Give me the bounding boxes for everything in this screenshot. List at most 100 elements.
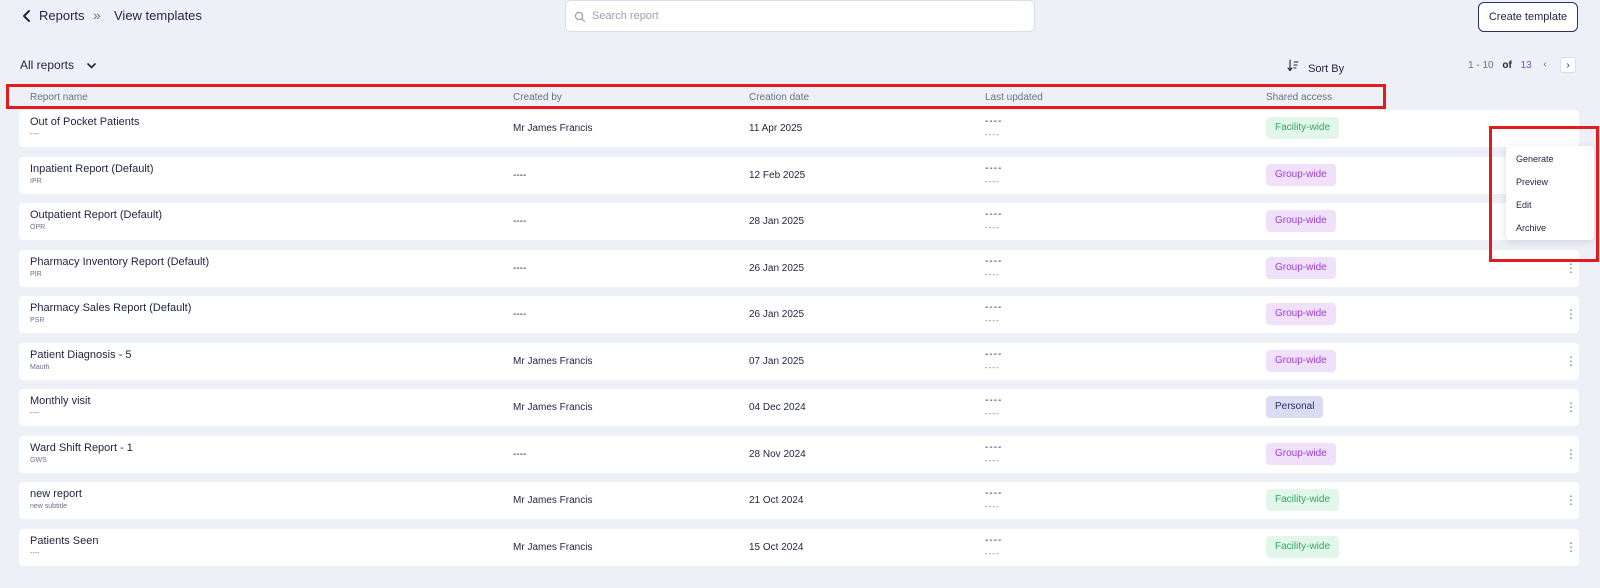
table-row[interactable]: Out of Pocket Patients ---- Mr James Franc… xyxy=(19,110,1579,147)
report-name[interactable]: Monthly visit xyxy=(30,395,91,407)
reports-page: Reports » View templates Create template… xyxy=(0,0,1600,588)
last-updated-cell: ---- ---- xyxy=(985,395,1002,418)
created-by: ---- xyxy=(513,448,527,460)
last-updated-cell: ---- ---- xyxy=(985,116,1002,139)
status-badge: Personal xyxy=(1266,396,1324,418)
more-vertical-icon[interactable]: ⋮ xyxy=(1565,539,1577,557)
last-updated-sub: ---- xyxy=(985,362,1000,372)
report-name[interactable]: Inpatient Report (Default) xyxy=(30,163,154,175)
prev-page-button[interactable]: ‹ xyxy=(1537,57,1553,73)
table-row[interactable]: Monthly visit ---- Mr James Francis 04 Dec … xyxy=(19,389,1579,426)
search-box[interactable] xyxy=(565,0,1035,32)
table-row[interactable]: Pharmacy Sales Report (Default) PSR ---- 26… xyxy=(19,296,1579,333)
last-updated: ---- xyxy=(985,441,1003,453)
report-name-cell: Ward Shift Report - 1 GWS xyxy=(30,442,133,464)
status-badge: Group-wide xyxy=(1266,210,1336,232)
creation-date: 04 Dec 2024 xyxy=(749,402,806,413)
report-name[interactable]: Outpatient Report (Default) xyxy=(30,209,162,221)
report-subtitle: PIR xyxy=(30,270,42,278)
report-name[interactable]: Patients Seen xyxy=(30,535,99,547)
more-vertical-icon[interactable]: ⋮ xyxy=(1565,353,1577,371)
chevron-left-icon[interactable] xyxy=(20,8,34,24)
status-badge: Group-wide xyxy=(1266,442,1336,465)
filter-label: All reports xyxy=(20,58,75,72)
report-name-cell: Pharmacy Inventory Report (Default) PIR xyxy=(30,256,209,278)
created-by: Mr James Francis xyxy=(513,495,593,506)
create-template-button[interactable]: Create template xyxy=(1478,2,1578,32)
last-updated: ---- xyxy=(985,209,1003,220)
last-updated: ---- xyxy=(985,488,1003,499)
last-updated-cell: ---- ---- xyxy=(985,302,1002,325)
report-name-cell: new report new subtitle xyxy=(30,488,82,510)
more-vertical-icon[interactable]: ⋮ xyxy=(1565,306,1577,324)
report-name[interactable]: Out of Pocket Patients xyxy=(30,116,139,128)
table-row[interactable]: Patients Seen ---- Mr James Francis 15 Oct … xyxy=(19,528,1579,566)
last-updated-sub: ---- xyxy=(985,130,1000,139)
created-by: Mr James Francis xyxy=(513,355,593,367)
last-updated: ---- xyxy=(985,162,1003,174)
report-name[interactable]: Pharmacy Inventory Report (Default) xyxy=(30,256,209,268)
table-row[interactable]: Patient Diagnosis - 5 Mauth Mr James Franc… xyxy=(19,342,1579,380)
sort-by-button[interactable]: Sort By xyxy=(1287,59,1344,75)
status-badge: Facility-wide xyxy=(1266,117,1340,139)
report-name-cell: Patient Diagnosis - 5 Mauth xyxy=(30,349,132,371)
table-row[interactable]: new report new subtitle Mr James Francis 21… xyxy=(19,482,1579,519)
report-name-cell: Patients Seen ---- xyxy=(30,535,99,557)
pagination-range: 1 - 10 xyxy=(1468,60,1494,71)
report-name-cell: Out of Pocket Patients ---- xyxy=(30,116,139,138)
status-badge: Group-wide xyxy=(1266,349,1336,372)
last-updated-sub: ---- xyxy=(985,409,1000,418)
report-name-cell: Outpatient Report (Default) OPR xyxy=(30,209,162,231)
last-updated-cell: ---- ---- xyxy=(985,442,1002,465)
last-updated: ---- xyxy=(985,116,1003,127)
top-bar: Reports » View templates Create template xyxy=(0,0,1600,34)
more-vertical-icon[interactable]: ⋮ xyxy=(1565,260,1577,278)
status-badge: Group-wide xyxy=(1266,303,1336,325)
next-page-button[interactable]: › xyxy=(1560,57,1576,73)
last-updated: ---- xyxy=(985,534,1003,546)
last-updated-sub: ---- xyxy=(985,502,1000,511)
search-input[interactable] xyxy=(592,1,1022,31)
creation-date: 07 Jan 2025 xyxy=(749,355,805,367)
more-vertical-icon[interactable]: ⋮ xyxy=(1565,446,1577,464)
report-subtitle: IPR xyxy=(30,177,42,185)
report-name[interactable]: new report xyxy=(30,488,82,500)
report-subtitle: ---- xyxy=(30,410,40,417)
created-by: ---- xyxy=(513,169,527,181)
table-row[interactable]: Pharmacy Inventory Report (Default) PIR --… xyxy=(19,249,1579,287)
last-updated-cell: ---- ---- xyxy=(985,488,1002,511)
created-by: Mr James Francis xyxy=(513,402,593,413)
report-name[interactable]: Pharmacy Sales Report (Default) xyxy=(30,302,191,314)
creation-date: 26 Jan 2025 xyxy=(749,309,805,320)
chevron-down-icon xyxy=(87,61,97,72)
table-row[interactable]: Inpatient Report (Default) IPR ---- 12 Feb … xyxy=(19,156,1579,194)
creation-date: 26 Jan 2025 xyxy=(749,262,805,274)
status-badge: Group-wide xyxy=(1266,256,1336,279)
search-icon xyxy=(574,11,586,23)
all-reports-dropdown[interactable]: All reports xyxy=(20,58,97,72)
last-updated-cell: ---- ---- xyxy=(985,349,1002,372)
last-updated-sub: ---- xyxy=(985,548,1000,558)
breadcrumb-reports[interactable]: Reports xyxy=(39,8,85,23)
report-name[interactable]: Ward Shift Report - 1 xyxy=(30,442,133,454)
last-updated: ---- xyxy=(985,395,1003,406)
table-row[interactable]: Ward Shift Report - 1 GWS ---- 28 Nov 2024 -… xyxy=(19,435,1579,473)
last-updated-cell: ---- ---- xyxy=(985,535,1002,558)
table-row[interactable]: Outpatient Report (Default) OPR ---- 28 Jan… xyxy=(19,203,1579,240)
status-badge: Facility-wide xyxy=(1266,535,1340,558)
last-updated-cell: ---- ---- xyxy=(985,163,1002,186)
last-updated-sub: ---- xyxy=(985,176,1000,186)
report-subtitle: ---- xyxy=(30,131,40,138)
creation-date: 21 Oct 2024 xyxy=(749,495,804,506)
more-vertical-icon[interactable]: ⋮ xyxy=(1565,399,1577,417)
report-subtitle: OPR xyxy=(30,224,46,231)
more-vertical-icon[interactable]: ⋮ xyxy=(1565,492,1577,510)
last-updated: ---- xyxy=(985,302,1003,313)
sort-icon xyxy=(1287,59,1299,75)
report-name-cell: Inpatient Report (Default) IPR xyxy=(30,163,154,185)
report-subtitle: GWS xyxy=(30,456,47,464)
created-by: Mr James Francis xyxy=(513,541,593,553)
report-name[interactable]: Patient Diagnosis - 5 xyxy=(30,349,132,361)
creation-date: 28 Nov 2024 xyxy=(749,448,806,460)
status-badge: Group-wide xyxy=(1266,163,1336,186)
